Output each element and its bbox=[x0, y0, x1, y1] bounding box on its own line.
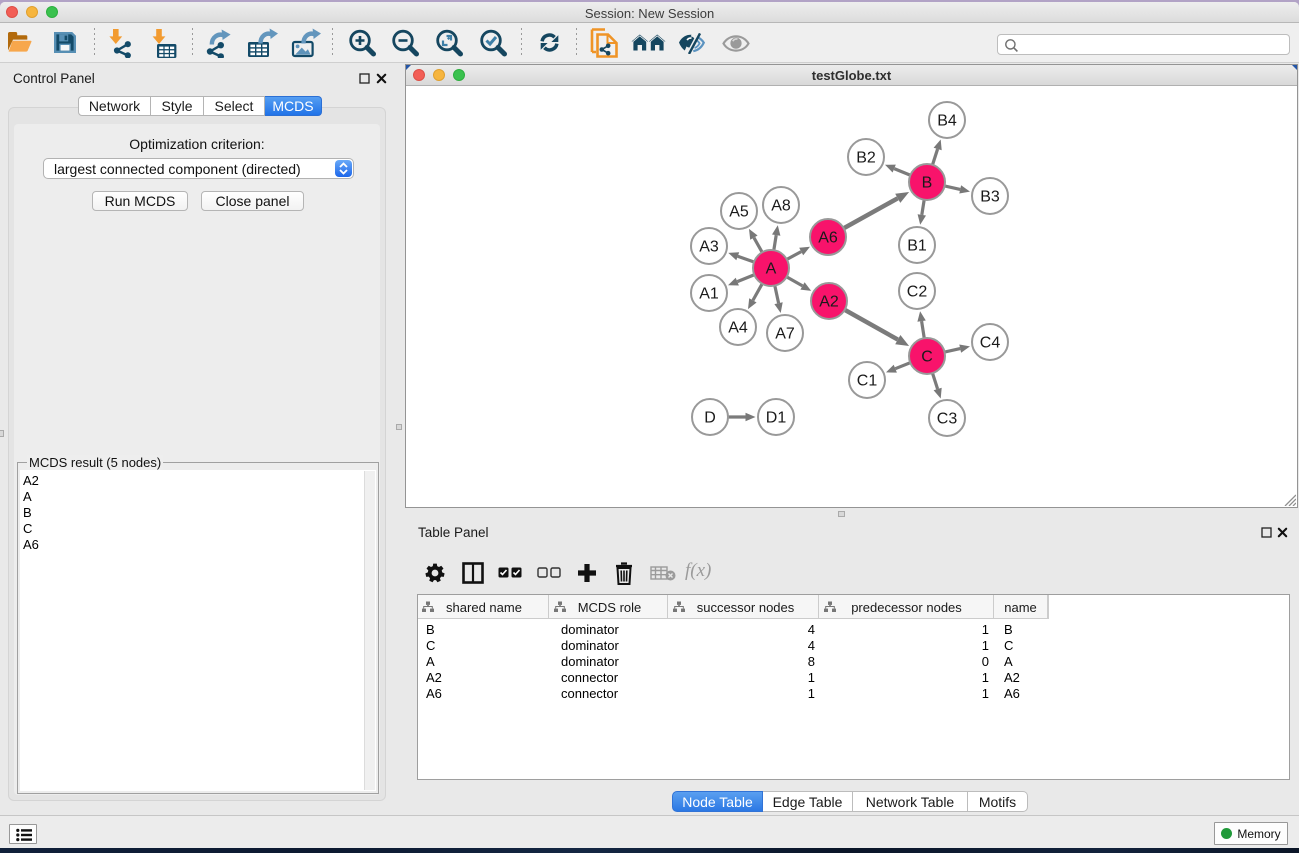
svg-text:A2: A2 bbox=[819, 294, 839, 311]
svg-text:B1: B1 bbox=[907, 238, 927, 255]
svg-text:C4: C4 bbox=[980, 335, 1001, 352]
svg-text:B2: B2 bbox=[856, 150, 876, 167]
svg-text:A7: A7 bbox=[775, 326, 795, 343]
svg-text:B3: B3 bbox=[980, 189, 1000, 206]
svg-text:A8: A8 bbox=[771, 198, 791, 215]
svg-text:C1: C1 bbox=[857, 373, 878, 390]
svg-text:D1: D1 bbox=[766, 410, 787, 427]
svg-text:A6: A6 bbox=[818, 230, 838, 247]
svg-text:C2: C2 bbox=[907, 284, 928, 301]
svg-text:A4: A4 bbox=[728, 320, 748, 337]
svg-text:D: D bbox=[704, 410, 716, 427]
svg-text:B: B bbox=[922, 175, 933, 192]
svg-text:B4: B4 bbox=[937, 113, 957, 130]
svg-text:A: A bbox=[766, 261, 777, 278]
svg-text:A5: A5 bbox=[729, 204, 749, 221]
svg-text:C3: C3 bbox=[937, 411, 958, 428]
svg-text:C: C bbox=[921, 349, 933, 366]
svg-text:A3: A3 bbox=[699, 239, 719, 256]
svg-text:A1: A1 bbox=[699, 286, 719, 303]
